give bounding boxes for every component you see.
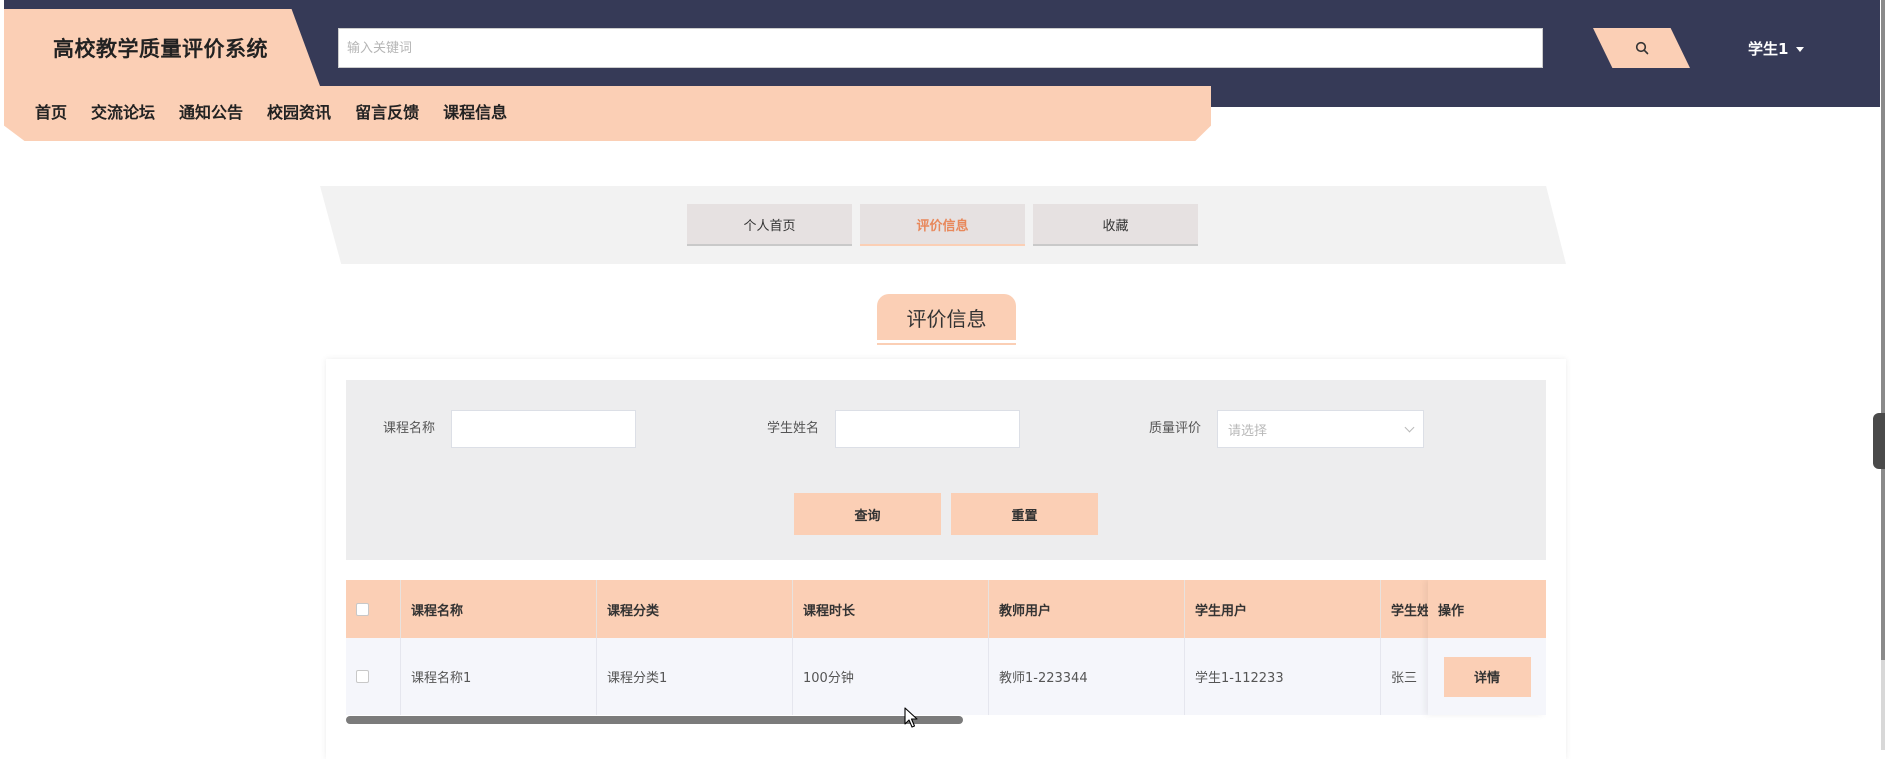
- site-title[interactable]: 高校教学质量评价系统: [4, 9, 320, 86]
- cell-course-category: 课程分类1: [597, 638, 793, 715]
- caret-down-icon: [1796, 46, 1805, 52]
- tab-profile-home[interactable]: 个人首页: [687, 204, 852, 246]
- tab-evaluations[interactable]: 评价信息: [860, 204, 1025, 246]
- table-header: 课程名称 课程分类 课程时长 教师用户 学生用户 学生姓名: [346, 580, 1546, 638]
- reset-button[interactable]: 重置: [951, 493, 1098, 535]
- col-operation: 操作: [1428, 580, 1546, 638]
- main-nav: 首页 交流论坛 通知公告 校园资讯 留言反馈 课程信息: [4, 86, 1211, 141]
- user-menu[interactable]: 学生1: [1748, 36, 1805, 60]
- cell-teacher-user: 教师1-223344: [989, 638, 1185, 715]
- tab-favorites[interactable]: 收藏: [1033, 204, 1198, 246]
- cell-course-name: 课程名称1: [401, 638, 597, 715]
- student-name-label: 学生姓名: [767, 421, 820, 436]
- evaluation-table: 课程名称 课程分类 课程时长 教师用户 学生用户 学生姓名 课程名称1 课程分类…: [346, 580, 1546, 722]
- operation-column: 操作 详情: [1428, 580, 1546, 715]
- user-name: 学生1: [1748, 39, 1789, 58]
- course-name-label: 课程名称: [383, 421, 436, 436]
- header-checkbox-cell: [346, 580, 401, 638]
- page-scrollbar-thumb[interactable]: [1881, 0, 1885, 660]
- detail-button[interactable]: 详情: [1443, 656, 1531, 697]
- nav-item-home[interactable]: 首页: [35, 99, 67, 123]
- row-checkbox-cell: [346, 638, 401, 715]
- section-title-text: 评价信息: [906, 306, 987, 331]
- site-title-text: 高校教学质量评价系统: [53, 36, 268, 61]
- operation-cell: 详情: [1428, 638, 1546, 715]
- row-checkbox[interactable]: [356, 670, 369, 683]
- nav-item-forum[interactable]: 交流论坛: [91, 99, 155, 123]
- quality-label: 质量评价: [1149, 421, 1202, 436]
- filter-form: [346, 380, 1546, 560]
- student-name-input[interactable]: [835, 410, 1020, 448]
- col-course-duration[interactable]: 课程时长: [793, 580, 989, 638]
- section-title-underline: [877, 343, 1016, 345]
- table-row: 课程名称1 课程分类1 100分钟 教师1-223344 学生1-112233 …: [346, 638, 1546, 715]
- cell-course-duration: 100分钟: [793, 638, 989, 715]
- search-input[interactable]: [338, 28, 1543, 68]
- query-button[interactable]: 查询: [794, 493, 941, 535]
- col-course-category[interactable]: 课程分类: [597, 580, 793, 638]
- col-course-name[interactable]: 课程名称: [401, 580, 597, 638]
- table-horizontal-scrollbar[interactable]: [346, 716, 963, 724]
- quality-select[interactable]: 请选择: [1217, 410, 1424, 448]
- select-all-checkbox[interactable]: [356, 602, 369, 616]
- nav-item-courses[interactable]: 课程信息: [443, 99, 507, 123]
- nav-item-feedback[interactable]: 留言反馈: [355, 99, 419, 123]
- section-title: 评价信息: [877, 294, 1016, 340]
- nav-item-campus-news[interactable]: 校园资讯: [267, 99, 331, 123]
- cell-student-user: 学生1-112233: [1185, 638, 1381, 715]
- col-student-user[interactable]: 学生用户: [1185, 580, 1381, 638]
- nav-item-notices[interactable]: 通知公告: [179, 99, 243, 123]
- quality-select-placeholder: 请选择: [1228, 423, 1268, 439]
- chevron-down-icon: [1404, 422, 1415, 432]
- course-name-input[interactable]: [451, 410, 636, 448]
- col-teacher-user[interactable]: 教师用户: [989, 580, 1185, 638]
- side-panel-handle[interactable]: [1873, 413, 1885, 469]
- search-icon: [1635, 41, 1648, 55]
